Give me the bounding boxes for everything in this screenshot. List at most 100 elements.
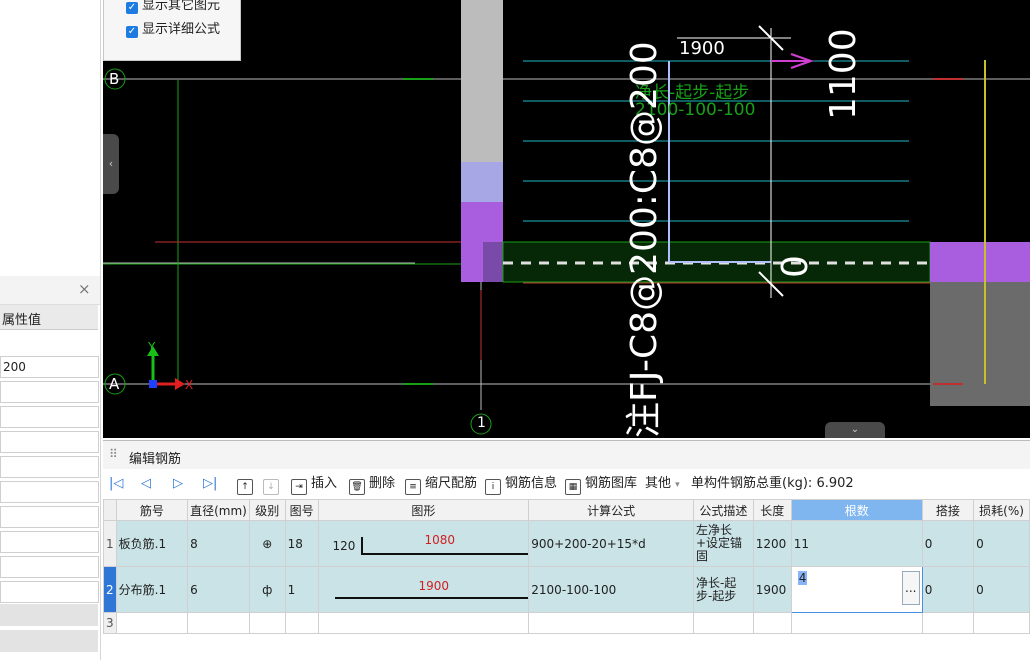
empty-cell[interactable]	[284, 612, 319, 634]
cad-canvas[interactable]: B A 1 Y X 1900 净长-起步-起步 2100-100-100 110…	[103, 0, 1030, 438]
property-panel-header: ×	[0, 276, 100, 305]
col-header[interactable]: 图号	[284, 499, 319, 521]
table-row[interactable]: 2 分布筋.1 6 ф 1 1900 2100-100-100 净长-起步-起步…	[103, 566, 1030, 613]
other-menu-button[interactable]: 其他 ▾	[645, 475, 680, 494]
cell-shape[interactable]: 120 1080	[317, 520, 530, 567]
cell-length[interactable]: 1900	[752, 566, 792, 613]
cell-name[interactable]: 板负筋.1	[115, 520, 189, 567]
col-header[interactable]: 长度	[752, 499, 792, 521]
ucs-y-label: Y	[148, 340, 156, 354]
empty-cell[interactable]	[790, 612, 923, 634]
col-header[interactable]: 直径(mm)	[187, 499, 250, 521]
scale-rebar-button[interactable]: ≡ 缩尺配筋	[405, 475, 477, 495]
cell-description[interactable]: 净长-起步-起步	[692, 566, 754, 613]
property-value-label: 属性值	[2, 313, 42, 328]
editor-toolbar: |◁ ◁ ▷ ▷| ↑ ↓ ⇥ 插入 🗑 删除 ≡ 缩尺配筋 i 钢筋信息 ▦ 钢筋图库 …	[103, 471, 1030, 497]
ellipsis-button[interactable]: ...	[901, 571, 920, 605]
empty-cell[interactable]	[528, 612, 694, 634]
property-field[interactable]	[0, 531, 99, 553]
empty-cell[interactable]	[692, 612, 754, 634]
rebar-library-icon: ▦	[565, 479, 581, 495]
col-header[interactable]: 计算公式	[528, 499, 694, 521]
rebar-editor: ⠿ 编辑钢筋 |◁ ◁ ▷ ▷| ↑ ↓ ⇥ 插入 🗑 删除 ≡ 缩尺配筋 i 钢筋信息…	[103, 440, 1030, 661]
empty-cell[interactable]	[317, 612, 530, 634]
property-field[interactable]	[0, 581, 99, 603]
table-row[interactable]: 3	[103, 612, 1030, 634]
prev-record-icon[interactable]: ◁	[141, 475, 151, 493]
table-row[interactable]: 1 板负筋.1 8 ⊕ 18 120 1080 900+200-20+15*d …	[103, 520, 1030, 567]
table-header-row: 筋号 直径(mm) 级别 图号 图形 计算公式 公式描述 长度 根数 搭接 损耗…	[103, 499, 1030, 521]
cell-grade[interactable]: ⊕	[248, 520, 286, 567]
editor-title: 编辑钢筋	[129, 452, 182, 467]
scale-rebar-label: 缩尺配筋	[425, 476, 478, 491]
property-field[interactable]	[0, 481, 99, 503]
empty-cell[interactable]	[752, 612, 792, 634]
col-header[interactable]: 级别	[248, 499, 286, 521]
cell-figure-no[interactable]: 18	[284, 520, 319, 567]
col-header[interactable]: 根数	[790, 499, 923, 521]
cell-count[interactable]: 11	[790, 520, 923, 567]
move-up-icon[interactable]: ↑	[237, 475, 257, 495]
rebar-info-label: 钢筋信息	[505, 476, 558, 491]
row-number: 2	[103, 566, 117, 613]
last-record-icon[interactable]: ▷|	[203, 475, 217, 493]
empty-cell[interactable]	[187, 612, 250, 634]
col-header[interactable]: 搭接	[921, 499, 975, 521]
shape-left-length: 120	[332, 539, 356, 553]
cad-drawing[interactable]	[103, 0, 1030, 438]
rebar-info-button[interactable]: i 钢筋信息	[485, 475, 557, 495]
col-header[interactable]: 图形	[317, 499, 530, 521]
property-field[interactable]	[0, 556, 99, 578]
cell-description[interactable]: 左净长+设定锚固	[692, 520, 754, 567]
cell-lap[interactable]: 0	[921, 566, 975, 613]
cell-shape[interactable]: 1900	[317, 566, 530, 613]
cell-loss[interactable]: 0	[973, 520, 1030, 567]
row-number-header	[103, 499, 117, 521]
first-record-icon[interactable]: |◁	[109, 475, 123, 493]
show-other-option[interactable]: ✓ 显示其它图元	[126, 0, 220, 16]
next-record-icon[interactable]: ▷	[173, 475, 183, 493]
col-header[interactable]: 筋号	[115, 499, 189, 521]
insert-icon: ⇥	[291, 479, 307, 495]
cell-lap[interactable]: 0	[921, 520, 975, 567]
cell-figure-no[interactable]: 1	[284, 566, 319, 613]
drag-handle-icon[interactable]: ⠿	[109, 447, 118, 461]
property-field[interactable]	[0, 406, 99, 428]
ucs-origin	[149, 380, 157, 388]
empty-cell[interactable]	[973, 612, 1030, 634]
show-other-label: 显示其它图元	[142, 0, 221, 13]
cell-formula[interactable]: 900+200-20+15*d	[528, 520, 694, 567]
show-formula-option[interactable]: ✓ 显示详细公式	[126, 20, 220, 40]
collapse-bottom-handle[interactable]: ⌄	[825, 422, 885, 438]
property-field[interactable]	[0, 381, 99, 403]
other-menu-label: 其他	[645, 476, 672, 491]
cell-formula[interactable]: 2100-100-100	[528, 566, 694, 613]
cell-diameter[interactable]: 6	[187, 566, 250, 613]
delete-button[interactable]: 🗑 删除	[349, 475, 395, 495]
cell-length[interactable]: 1200	[752, 520, 792, 567]
collapse-left-handle[interactable]: ‹	[103, 134, 119, 194]
insert-button[interactable]: ⇥ 插入	[291, 475, 337, 495]
close-icon[interactable]: ×	[78, 280, 91, 298]
rebar-library-button[interactable]: ▦ 钢筋图库	[565, 475, 637, 495]
checkbox-checked-icon[interactable]: ✓	[126, 2, 138, 14]
property-field[interactable]	[0, 431, 99, 453]
col-header[interactable]: 公式描述	[692, 499, 754, 521]
property-field[interactable]	[0, 456, 99, 478]
count-input[interactable]: 4 ...	[790, 566, 923, 613]
cell-loss[interactable]: 0	[973, 566, 1030, 613]
checkbox-checked-icon[interactable]: ✓	[126, 26, 138, 38]
cell-name[interactable]: 分布筋.1	[115, 566, 189, 613]
empty-cell[interactable]	[115, 612, 189, 634]
move-down-icon[interactable]: ↓	[263, 475, 283, 495]
cell-grade[interactable]: ф	[248, 566, 286, 613]
empty-cell[interactable]	[248, 612, 286, 634]
property-field[interactable]: 200	[0, 356, 99, 378]
delete-icon: 🗑	[349, 479, 365, 495]
col-header[interactable]: 损耗(%)	[973, 499, 1030, 521]
empty-cell[interactable]	[921, 612, 975, 634]
count-input-value[interactable]: 4	[797, 571, 808, 585]
cell-diameter[interactable]: 8	[187, 520, 250, 567]
property-field[interactable]	[0, 506, 99, 528]
shape-mid-length: 1080	[424, 533, 456, 547]
